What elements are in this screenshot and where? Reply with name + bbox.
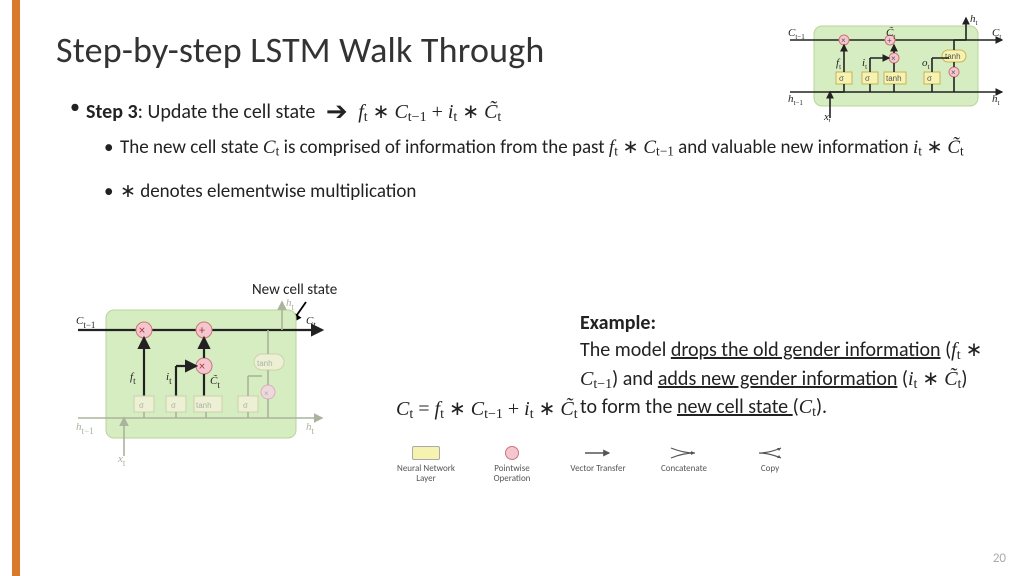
svg-text:Ct: Ct (306, 315, 316, 330)
lstm-diagram-step3: Ct−1 Ct × + × ft it C̃t ht−1 ht xt h (76, 296, 326, 466)
bullet-sub2: ∗ denotes elementwise multiplication (104, 179, 996, 205)
legend-vector-transfer: Vector Transfer (568, 444, 628, 474)
example-u1: drops the old gender information (671, 338, 941, 362)
slide-body: Step-by-step LSTM Walk Through Ct−1 Ct h… (20, 0, 1024, 576)
svg-text:×: × (264, 389, 269, 398)
bullet-sub1: The new cell state Ct is comprised of in… (104, 135, 996, 161)
svg-text:ht−1: ht−1 (76, 421, 94, 436)
sub1-b: is comprised of information from the pas… (279, 136, 609, 159)
svg-text:σ: σ (865, 74, 870, 83)
example-text-a: The model (580, 338, 671, 362)
sub1-a: The new cell state (120, 136, 263, 159)
sub1-c: and valuable new information (674, 136, 913, 159)
step-formula: ft ∗ Ct−1 + it ∗ C̃t (358, 101, 501, 123)
svg-text:×: × (841, 36, 846, 45)
svg-text:tanh: tanh (886, 74, 902, 83)
bullet-list: Step 3: Update the cell state ➔ ft ∗ Ct−… (56, 94, 996, 204)
example-heading: Example: (580, 311, 656, 335)
page-number: 20 (993, 551, 1006, 566)
legend-copy: Copy (740, 444, 800, 474)
svg-text:ht: ht (306, 421, 315, 436)
svg-text:σ: σ (171, 401, 176, 410)
step-label: Step 3 (86, 100, 138, 124)
svg-text:σ: σ (839, 74, 844, 83)
svg-text:σ: σ (243, 401, 248, 410)
svg-text:ht: ht (970, 14, 978, 27)
svg-text:Ct: Ct (992, 27, 1001, 41)
svg-text:×: × (951, 68, 956, 77)
svg-text:σ: σ (927, 74, 932, 83)
svg-text:+: + (199, 324, 205, 338)
accent-bar (12, 0, 20, 576)
svg-text:tanh: tanh (945, 52, 961, 61)
example-u3: new cell state (677, 395, 793, 419)
equation-cell-state: Ct = ft ∗ Ct−1 + it ∗ C̃t (396, 396, 578, 423)
arrow-icon: ➔ (320, 95, 354, 127)
svg-text:Ct−1: Ct−1 (788, 27, 805, 41)
svg-text:tanh: tanh (257, 359, 273, 368)
svg-text:tanh: tanh (196, 401, 212, 410)
example-u2: adds new gender information (658, 367, 898, 391)
svg-text:Ct−1: Ct−1 (76, 315, 95, 330)
svg-text:×: × (891, 54, 896, 63)
svg-text:σ: σ (139, 401, 144, 410)
svg-text:×: × (199, 360, 205, 374)
step-rest: : Update the cell state (138, 100, 316, 124)
diagram-legend: Neural Network Layer Pointwise Operation… (396, 444, 800, 484)
legend-pointwise: Pointwise Operation (482, 444, 542, 484)
example-block: Example: The model drops the old gender … (580, 310, 988, 423)
legend-concat: Concatenate (654, 444, 714, 474)
legend-nn-layer: Neural Network Layer (396, 444, 456, 484)
bullet-step3: Step 3: Update the cell state ➔ ft ∗ Ct−… (70, 94, 996, 129)
svg-text:×: × (139, 324, 145, 338)
